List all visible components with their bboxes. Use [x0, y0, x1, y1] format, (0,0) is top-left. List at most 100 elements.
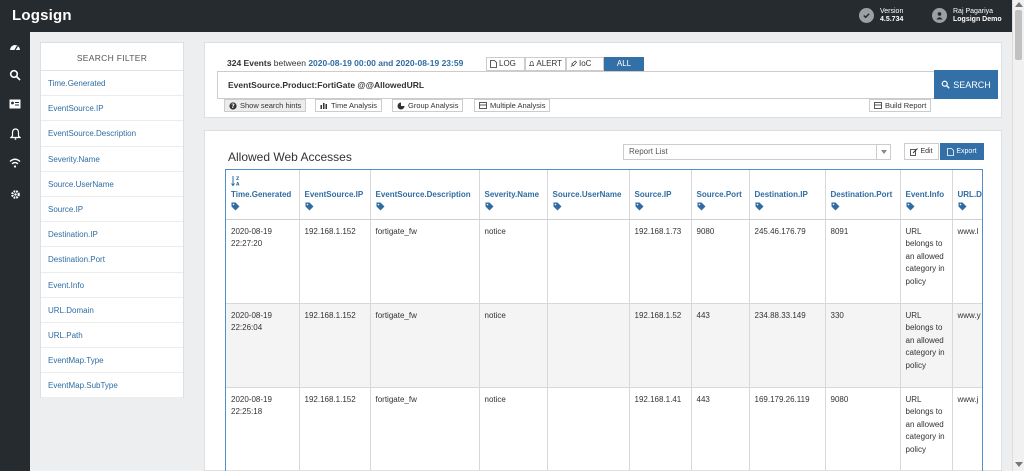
- tab-alert[interactable]: ALERT: [525, 57, 566, 71]
- table-cell: fortigate_fw: [370, 387, 480, 471]
- tab-all[interactable]: ALL: [604, 57, 644, 71]
- user-avatar-icon[interactable]: [932, 8, 947, 23]
- time-analysis-button[interactable]: Time Analysis: [315, 99, 382, 112]
- filter-item[interactable]: Source.IP: [41, 197, 183, 223]
- search-icon[interactable]: [8, 68, 22, 82]
- tag-icon[interactable]: [376, 202, 474, 213]
- pie-chart-icon: [397, 102, 405, 109]
- bell-icon[interactable]: [8, 127, 22, 141]
- column-header[interactable]: EventSource.IP: [299, 170, 371, 220]
- show-search-hints-button[interactable]: ? Show search hints: [224, 99, 307, 112]
- show-search-hints-label: Show search hints: [240, 101, 302, 110]
- sort-az-icon[interactable]: ZA: [231, 175, 294, 189]
- tag-icon[interactable]: [553, 202, 624, 213]
- id-card-icon[interactable]: [8, 97, 22, 111]
- column-header[interactable]: Z A Time.Generated: [226, 170, 300, 220]
- table-cell: [547, 219, 630, 304]
- table-cell: www.j: [952, 387, 982, 471]
- filter-item[interactable]: EventSource.Description: [41, 121, 183, 147]
- brand-logo[interactable]: Logsign: [12, 7, 72, 24]
- search-panel: 324 Events between 2020-08-19 00:00 and …: [204, 42, 1002, 118]
- filter-item[interactable]: EventSource.IP: [41, 96, 183, 122]
- table-body: 2020-08-19 22:27:20 192.168.1.152 fortigat…: [226, 219, 982, 471]
- date-range[interactable]: 2020-08-19 00:00 and 2020-08-19 23:59: [308, 58, 463, 68]
- table-cell: notice: [479, 303, 548, 388]
- tab-ioc[interactable]: IoC: [566, 57, 604, 71]
- gear-icon[interactable]: [8, 187, 22, 201]
- table-row[interactable]: 2020-08-19 22:27:20 192.168.1.152 fortigat…: [226, 219, 982, 304]
- svg-text:A: A: [236, 181, 240, 187]
- column-header[interactable]: Source.IP: [629, 170, 692, 220]
- scroll-thumb[interactable]: [1015, 10, 1022, 60]
- scroll-up-arrow-icon[interactable]: [1015, 2, 1023, 7]
- tag-icon[interactable]: [755, 202, 820, 213]
- table-cell: 192.168.1.73: [629, 219, 692, 304]
- tag-icon[interactable]: [697, 202, 744, 213]
- tag-icon[interactable]: [831, 202, 895, 213]
- column-header[interactable]: Source.UserName: [547, 170, 630, 220]
- page-scrollbar[interactable]: [1012, 0, 1024, 471]
- filter-item[interactable]: Event.Info: [41, 273, 183, 298]
- multiple-analysis-button[interactable]: Multiple Analysis: [474, 99, 551, 112]
- filter-item[interactable]: Time.Generated: [41, 71, 183, 97]
- user-org: Logsign Demo: [953, 16, 1002, 23]
- column-header[interactable]: URL.D: [952, 170, 983, 220]
- table-cell: www.l: [952, 219, 982, 304]
- column-header[interactable]: Event.Info: [900, 170, 953, 220]
- tab-log[interactable]: LOG: [486, 57, 525, 71]
- table-cell: 192.168.1.152: [299, 219, 371, 304]
- filter-item[interactable]: Severity.Name: [41, 147, 183, 172]
- report-table-container[interactable]: Z A Time.Generated EventSource.IP EventSourc…: [225, 169, 983, 471]
- column-header-label: EventSource.IP: [304, 189, 364, 199]
- table-cell: 9080: [691, 219, 750, 304]
- table-cell: 192.168.1.41: [629, 387, 692, 471]
- tab-all-label: ALL: [616, 59, 632, 68]
- filter-item[interactable]: EventMap.Type: [41, 348, 183, 374]
- filter-item[interactable]: Destination.Port: [41, 247, 183, 273]
- search-button-label: SEARCH: [953, 79, 991, 90]
- column-header[interactable]: Destination.IP: [749, 170, 826, 220]
- tag-icon[interactable]: [906, 202, 947, 213]
- search-button[interactable]: SEARCH: [934, 70, 998, 99]
- version-value: 4.5.734: [880, 16, 904, 23]
- tag-icon[interactable]: [485, 202, 542, 213]
- column-header[interactable]: Destination.Port: [825, 170, 901, 220]
- export-button[interactable]: Export: [940, 143, 984, 160]
- table-row[interactable]: 2020-08-19 22:25:18 192.168.1.152 fortigat…: [226, 387, 982, 471]
- tag-icon[interactable]: [231, 202, 294, 213]
- column-header[interactable]: Source.Port: [691, 170, 750, 220]
- time-analysis-label: Time Analysis: [331, 101, 377, 110]
- multiple-analysis-label: Multiple Analysis: [490, 101, 546, 110]
- filter-item[interactable]: URL.Domain: [41, 298, 183, 323]
- filter-item[interactable]: EventMap.SubType: [41, 373, 183, 399]
- tag-icon[interactable]: [635, 202, 686, 213]
- tag-icon[interactable]: [958, 202, 983, 213]
- dashboard-icon[interactable]: [8, 40, 22, 54]
- report-list-select[interactable]: Report List: [623, 144, 891, 160]
- table-cell: 169.179.26.119: [749, 387, 826, 471]
- filter-item[interactable]: Destination.IP: [41, 222, 183, 248]
- table-cell: 8091: [825, 219, 901, 304]
- tab-alert-label: ALERT: [536, 59, 562, 68]
- tag-icon[interactable]: [305, 202, 365, 213]
- filter-item[interactable]: URL.Path: [41, 323, 183, 349]
- user-menu[interactable]: Raj Pagariya Logsign Demo: [953, 8, 1002, 24]
- wifi-icon[interactable]: [8, 156, 22, 170]
- filter-item[interactable]: Source.UserName: [41, 172, 183, 197]
- table-cell: 9080: [825, 387, 901, 471]
- table-row[interactable]: 2020-08-19 22:26:04 192.168.1.152 fortigat…: [226, 303, 982, 388]
- column-header[interactable]: EventSource.Description: [370, 170, 480, 220]
- scroll-down-arrow-icon[interactable]: [1015, 462, 1023, 467]
- group-analysis-button[interactable]: Group Analysis: [392, 99, 464, 112]
- event-count: 324 Events: [227, 58, 272, 68]
- table-cell: 2020-08-19 22:27:20: [226, 219, 300, 304]
- edit-button-label: Edit: [920, 148, 933, 155]
- edit-button[interactable]: Edit: [904, 143, 939, 160]
- search-query-input[interactable]: EventSource.Product:FortiGate @@AllowedU…: [217, 71, 935, 99]
- column-header-label: URL.D: [957, 189, 982, 199]
- column-header-label: Time.Generated: [231, 189, 292, 199]
- table-cell: 443: [691, 387, 750, 471]
- build-report-button[interactable]: Build Report: [869, 99, 932, 112]
- column-header[interactable]: Severity.Name: [479, 170, 548, 220]
- column-header-label: Source.Port: [696, 189, 742, 199]
